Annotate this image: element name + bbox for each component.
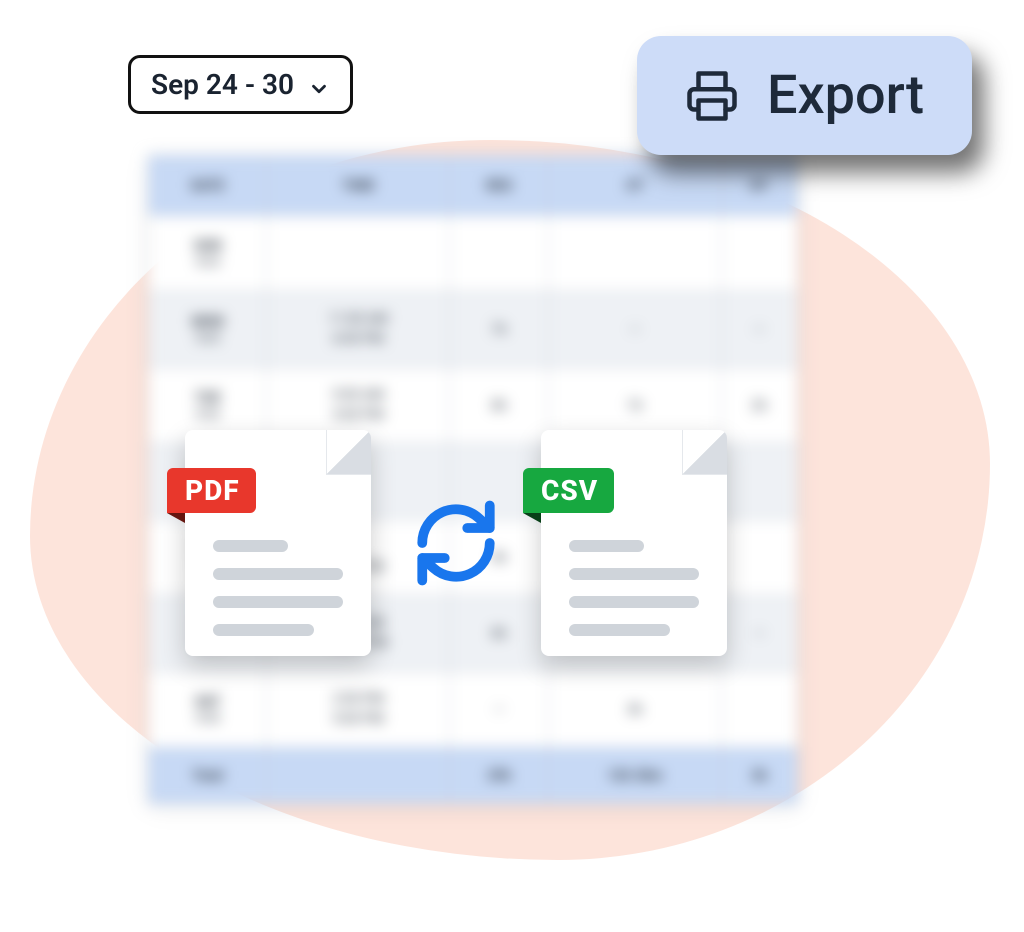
footer-ot: 12h 30m: [549, 748, 721, 804]
footer-time: [267, 748, 450, 804]
file-content-lines: [213, 540, 343, 636]
cell-reg: 7h: [450, 292, 549, 368]
export-button[interactable]: Export: [637, 36, 972, 155]
footer-label: Total: [149, 748, 267, 804]
cell-ot: 3h: [549, 672, 721, 748]
table-row: SAT9/302:00 PM5:00 PM—3h: [149, 672, 798, 748]
cell-day: SUN9/24: [149, 216, 267, 292]
cell-time: 11:00 AM6:00 PM: [267, 292, 450, 368]
table-row: SUN9/24: [149, 216, 798, 292]
cell-reg: —: [450, 672, 549, 748]
sync-icon: [411, 498, 501, 588]
chevron-down-icon: [308, 74, 330, 96]
footer-dt: 3h: [721, 748, 797, 804]
cell-time: 2:00 PM5:00 PM: [267, 672, 450, 748]
export-label: Export: [767, 64, 924, 127]
csv-tag: CSV: [523, 468, 614, 513]
table-row: MON9/2511:00 AM6:00 PM7h——: [149, 292, 798, 368]
col-dt: DT: [721, 156, 797, 216]
printer-icon: [685, 69, 739, 123]
pdf-tag: PDF: [167, 468, 256, 513]
cell-time: [267, 216, 450, 292]
cell-dt: [721, 444, 797, 520]
date-range-dropdown[interactable]: Sep 24 - 30: [128, 55, 353, 114]
col-reg: REG: [450, 156, 549, 216]
footer-reg: 29h: [450, 748, 549, 804]
pdf-file-card: PDF: [185, 430, 371, 656]
cell-dt: [721, 216, 797, 292]
cell-day: SAT9/30: [149, 672, 267, 748]
cell-ot: [549, 216, 721, 292]
col-ot: OT: [549, 156, 721, 216]
csv-file-card: CSV: [541, 430, 727, 656]
file-conversion-row: PDF CSV: [185, 430, 727, 656]
date-range-label: Sep 24 - 30: [151, 68, 294, 101]
cell-dt: —: [721, 596, 797, 672]
cell-reg: [450, 216, 549, 292]
file-content-lines: [569, 540, 699, 636]
cell-dt: 2h: [721, 368, 797, 444]
col-time: TIME: [267, 156, 450, 216]
cell-dt: [721, 672, 797, 748]
cell-ot: —: [549, 292, 721, 368]
cell-day: MON9/25: [149, 292, 267, 368]
col-date: DATE: [149, 156, 267, 216]
cell-dt: —: [721, 292, 797, 368]
cell-dt: [721, 520, 797, 596]
